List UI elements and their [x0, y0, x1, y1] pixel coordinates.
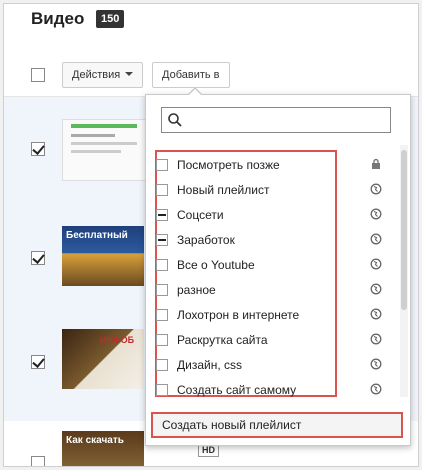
create-playlist-button[interactable]: Создать новый плейлист [151, 412, 403, 438]
video-count-badge: 150 [96, 10, 125, 28]
thumbnail-text: ИНФОБ [100, 335, 135, 345]
playlist-checkbox[interactable] [156, 258, 168, 271]
globe-icon [370, 358, 382, 370]
globe-icon [370, 383, 382, 395]
search-icon [168, 113, 182, 127]
playlist-checkbox[interactable] [156, 333, 168, 346]
video-thumbnail[interactable]: Бесплатный [62, 226, 144, 286]
playlist-item[interactable]: Дизайн, css [156, 352, 396, 377]
playlist-label: Заработок [177, 232, 235, 247]
playlist-checkbox[interactable] [156, 358, 168, 371]
globe-icon [370, 308, 382, 320]
video-thumbnail[interactable]: Как скачать [62, 431, 144, 466]
playlist-item[interactable]: разное [156, 277, 396, 302]
playlist-search-box[interactable] [161, 107, 391, 133]
video-checkbox[interactable] [31, 142, 45, 156]
globe-icon [370, 333, 382, 345]
playlist-item[interactable]: Раскрутка сайта [156, 327, 396, 352]
thumbnail-text: Как скачать [66, 435, 124, 446]
lock-icon [370, 158, 382, 170]
add-to-playlist-dropdown: Посмотреть позже Новый плейлист Соцсети Зар… [145, 87, 411, 446]
playlist-label: разное [177, 282, 216, 297]
video-manager-panel: Видео 150 Действия Добавить в Бесплатный… [3, 3, 419, 467]
playlist-label: Раскрутка сайта [177, 332, 268, 347]
globe-icon [370, 283, 382, 295]
video-thumbnail[interactable]: ИНФОБ [62, 329, 144, 389]
playlist-search-input[interactable] [186, 110, 386, 132]
add-to-button[interactable]: Добавить в [152, 62, 230, 88]
globe-icon [370, 208, 382, 220]
video-checkbox[interactable] [31, 251, 45, 265]
playlist-label: Соцсети [177, 207, 224, 222]
playlist-item[interactable]: Заработок [156, 227, 396, 252]
playlist-checkbox[interactable] [156, 383, 168, 396]
playlist-label: Дизайн, css [177, 357, 243, 372]
add-to-label: Добавить в [162, 69, 220, 81]
scrollbar-thumb[interactable] [401, 150, 407, 310]
playlist-checkbox[interactable] [156, 283, 168, 296]
actions-button[interactable]: Действия [62, 62, 144, 88]
playlist-checkbox[interactable] [156, 183, 168, 196]
playlist-checkbox[interactable] [156, 233, 168, 246]
globe-icon [370, 183, 382, 195]
playlist-label: Новый плейлист [177, 182, 270, 197]
actions-label: Действия [72, 69, 121, 81]
chevron-down-icon [125, 72, 134, 76]
thumbnail-text: Бесплатный [66, 230, 128, 241]
playlist-label: Посмотреть позже [177, 157, 280, 172]
globe-icon [370, 233, 382, 245]
playlist-item[interactable]: Создать сайт самому [156, 377, 396, 402]
playlist-item[interactable]: Лохотрон в интернете [156, 302, 396, 327]
playlist-item[interactable]: Все о Youtube [156, 252, 396, 277]
video-checkbox[interactable] [31, 456, 45, 466]
playlist-checkbox[interactable] [156, 208, 168, 221]
page-title: Видео [31, 9, 85, 28]
globe-icon [370, 258, 382, 270]
playlist-label: Создать сайт самому [177, 382, 297, 397]
playlist-item[interactable]: Новый плейлист [156, 177, 396, 202]
playlist-item[interactable]: Посмотреть позже [156, 152, 396, 177]
playlist-label: Лохотрон в интернете [177, 307, 300, 322]
playlist-item[interactable]: Соцсети [156, 202, 396, 227]
video-checkbox[interactable] [31, 355, 45, 369]
select-all-checkbox[interactable] [31, 68, 45, 82]
playlist-checkbox[interactable] [156, 158, 168, 171]
playlist-label: Все о Youtube [177, 257, 255, 272]
video-thumbnail[interactable] [62, 119, 146, 181]
playlist-checkbox[interactable] [156, 308, 168, 321]
